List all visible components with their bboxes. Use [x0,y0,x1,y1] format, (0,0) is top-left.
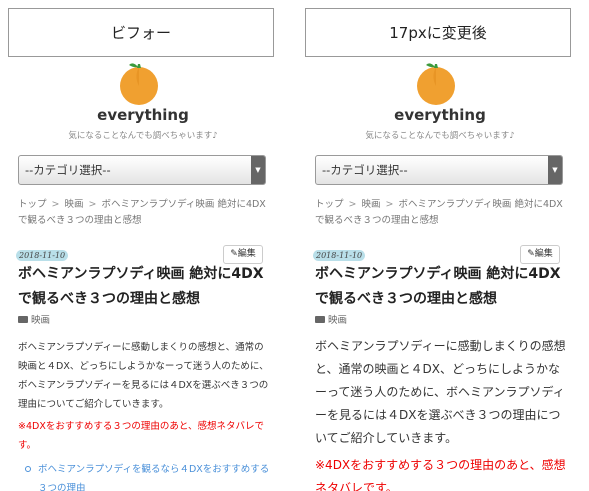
post-category[interactable]: 映画 [315,312,347,326]
folder-icon [18,316,28,323]
post-title: ボヘミアンラプソディ映画 絶対に4DXで観るべき３つの理由と感想 [18,266,264,307]
category-select-value: --カテゴリ選択-- [25,163,111,177]
post-category[interactable]: 映画 [18,312,50,326]
category-select[interactable]: --カテゴリ選択-- ▼ [18,155,266,185]
select-arrow-icon[interactable]: ▼ [548,156,562,184]
post-title: ボヘミアンラプソディ映画 絶対に4DXで観るべき３つの理由と感想 [315,266,561,307]
orange-logo-icon[interactable] [116,60,162,106]
toc-item-label[interactable]: ボヘミアンラプソディを観るなら４DXをおすすめする３つの理由 [38,464,269,491]
before-label-text: ビフォー [110,24,171,42]
breadcrumb-separator: > [51,199,60,210]
spoiler-note: ※4DXをおすすめする３つの理由のあと、感想ネタバレです。 [18,421,264,451]
folder-icon [315,316,325,323]
post-date: 2018-11-10 [313,250,366,261]
breadcrumb-separator: > [88,199,97,210]
edit-icon: ✎ [230,249,238,259]
after-label: 17pxに変更後 [305,8,571,57]
site-title[interactable]: everything [305,106,575,124]
post-date: 2018-11-10 [16,250,69,261]
spoiler-note: ※4DXをおすすめする３つの理由のあと、感想ネタバレです。 [315,458,566,491]
before-panel: everything 気になることなんでも調べちゃいます♪ --カテゴリ選択--… [8,57,278,491]
breadcrumb-link-category[interactable]: 映画 [64,199,83,210]
site-tagline: 気になることなんでも調べちゃいます♪ [365,131,515,141]
site-title[interactable]: everything [8,106,278,124]
breadcrumb-link-home[interactable]: トップ [18,199,47,210]
edit-button-label: 編集 [237,249,256,259]
category-select-value: --カテゴリ選択-- [322,163,408,177]
breadcrumb-separator: > [385,199,394,210]
post-body-text: ボヘミアンラプソディーに感動しまくりの感想と、通常の映画と４DX、どっちにしよう… [315,339,566,445]
table-of-contents: ボヘミアンラプソディを観るなら４DXをおすすめする３つの理由 [18,460,270,491]
after-label-text: 17pxに変更後 [389,24,487,42]
after-panel: everything 気になることなんでも調べちゃいます♪ --カテゴリ選択--… [305,57,575,491]
post-category-label[interactable]: 映画 [328,315,347,326]
edit-button-label: 編集 [534,249,553,259]
edit-icon: ✎ [527,249,535,259]
toc-item[interactable]: ボヘミアンラプソディを観るなら４DXをおすすめする３つの理由 [18,460,270,491]
post-category-label[interactable]: 映画 [31,315,50,326]
breadcrumb: トップ > 映画 > ボヘミアンラプソディ映画 絶対に4DXで観るべき３つの理由と感想 [315,197,567,229]
breadcrumb-link-category[interactable]: 映画 [361,199,380,210]
post-body-text: ボヘミアンラプソディーに感動しまくりの感想と、通常の映画と４DX、どっちにしよう… [18,342,269,410]
breadcrumb-link-home[interactable]: トップ [315,199,344,210]
category-select[interactable]: --カテゴリ選択-- ▼ [315,155,563,185]
orange-logo-icon[interactable] [413,60,459,106]
before-label: ビフォー [8,8,274,57]
select-arrow-icon[interactable]: ▼ [251,156,265,184]
bullet-icon [25,466,31,472]
breadcrumb-separator: > [348,199,357,210]
site-tagline: 気になることなんでも調べちゃいます♪ [68,131,218,141]
breadcrumb: トップ > 映画 > ボヘミアンラプソディ映画 絶対に4DXで観るべき３つの理由と感想 [18,197,270,229]
